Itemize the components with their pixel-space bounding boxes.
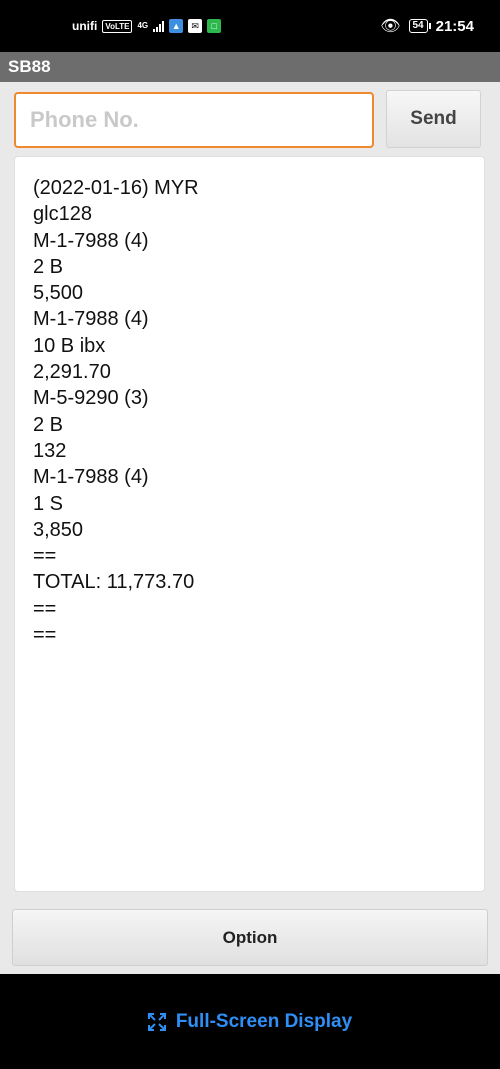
send-button[interactable]: Send (386, 90, 481, 148)
status-bar: unifi VoLTE 4G ▲ ✉ □ 👁 54 21:54 (0, 0, 500, 52)
result-line: 2,291.70 (33, 361, 111, 384)
status-right: 👁 54 21:54 (380, 16, 474, 36)
result-line: == (33, 597, 57, 620)
main-content: Send (2022-01-16) MYR glc128 M-1-7988 (4… (0, 82, 500, 974)
app-title: SB88 (8, 57, 51, 76)
result-line: 3,850 (33, 518, 84, 541)
phone-number-input[interactable] (14, 92, 374, 148)
network-type: 4G (137, 21, 149, 30)
expand-icon (147, 1012, 166, 1031)
result-line: 2 B (33, 255, 64, 278)
signal-icon (153, 20, 165, 32)
result-line: 5,500 (33, 282, 84, 305)
result-line: M-5-9290 (3) (33, 387, 149, 410)
result-line: M-1-7988 (4) (33, 308, 149, 331)
app-title-bar: SB88 (0, 52, 500, 82)
full-screen-display-label: Full-Screen Display (175, 1010, 353, 1032)
result-line: 132 (33, 439, 67, 462)
eye-icon: 👁 (380, 18, 401, 35)
result-line: 1 S (33, 492, 64, 515)
result-line: (2022-01-16) MYR (33, 177, 199, 199)
volte-badge: VoLTE (102, 19, 133, 33)
carrier-name: unifi (72, 19, 98, 33)
result-line: 10 B ibx (33, 334, 106, 357)
status-left: unifi VoLTE 4G ▲ ✉ □ (72, 19, 222, 33)
clock: 21:54 (435, 17, 474, 35)
result-line: glc128 (33, 203, 92, 226)
battery-icon: 54 (408, 19, 431, 33)
result-text-area[interactable]: (2022-01-16) MYR glc128 M-1-7988 (4) 2 B… (14, 156, 485, 892)
result-line: == (33, 624, 57, 647)
result-line: M-1-7988 (4) (33, 466, 149, 489)
message-icon: □ (207, 19, 222, 33)
notification-app-icon: ▲ (169, 19, 184, 33)
full-screen-display-link[interactable]: Full-Screen Display (147, 1010, 353, 1033)
bottom-bar: Full-Screen Display (0, 974, 500, 1069)
total-line: TOTAL: 11,773.70 (33, 571, 195, 594)
result-line: == (33, 545, 57, 568)
option-button[interactable]: Option (12, 909, 488, 966)
mail-icon: ✉ (188, 19, 203, 33)
result-line: 2 B (33, 413, 64, 436)
result-line: M-1-7988 (4) (33, 229, 149, 252)
